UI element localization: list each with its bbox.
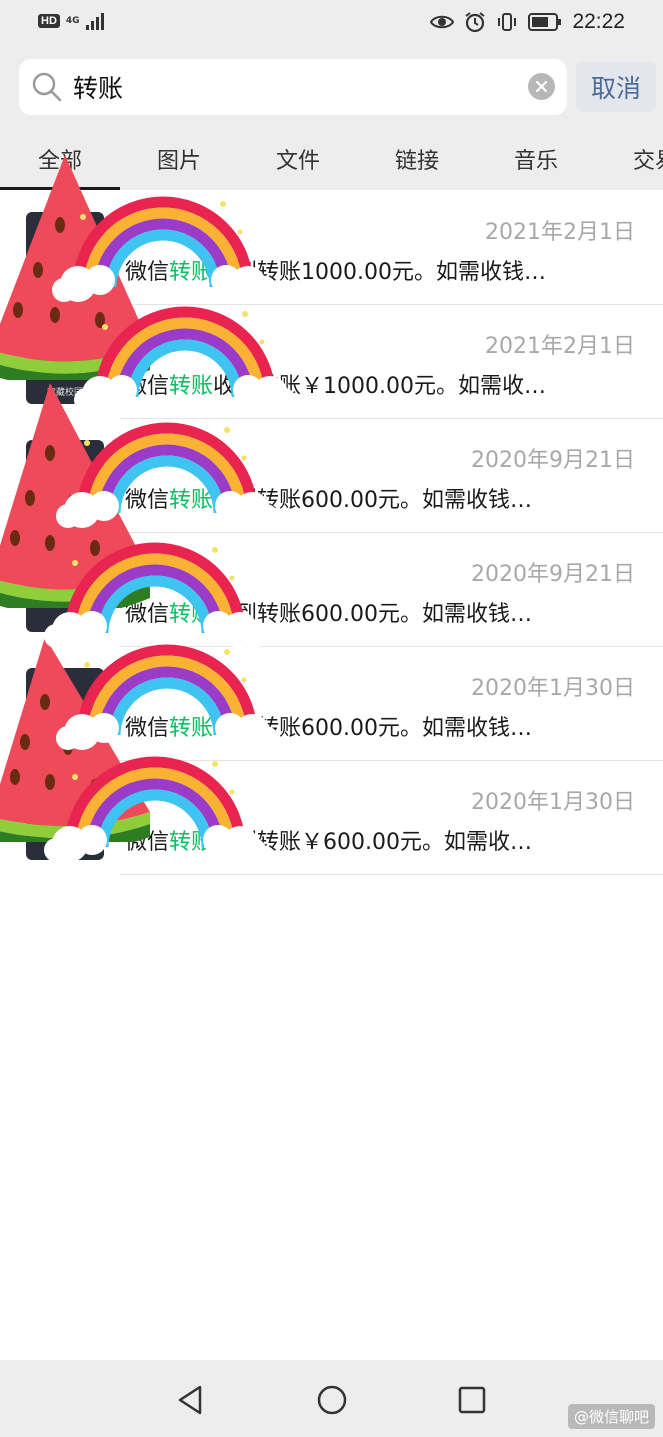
recents-icon[interactable] (452, 1380, 492, 1420)
keyword-highlight: 转账 (169, 716, 214, 741)
status-left: HD 4G (38, 12, 104, 30)
keyword-highlight: 转账 (169, 488, 214, 513)
list-item[interactable]: 2021年2月1日 微信转账收到转账1000.00元。如需收钱… (0, 190, 663, 304)
status-right: 22:22 (430, 10, 625, 34)
search-input[interactable] (73, 69, 513, 105)
list-item[interactable]: 2020年9月21日 微信转账收到转账600.00元。如需收钱… (0, 532, 663, 646)
keyword-highlight: 转账 (169, 374, 214, 399)
result-date: 2020年1月30日 (471, 790, 635, 815)
system-nav-bar: @微信聊吧 (0, 1360, 663, 1437)
result-date: 2021年2月1日 (485, 220, 635, 245)
status-time: 22:22 (572, 10, 625, 33)
avatar (26, 782, 104, 860)
list-item[interactable]: 2020年1月30日 微信转账收到转账600.00元。如需收钱… (0, 646, 663, 760)
result-snippet: 微信转账收到转账600.00元。如需收钱… (125, 602, 533, 627)
avatar: 宝藏校园 (26, 326, 104, 404)
battery-icon (528, 13, 562, 31)
avatar (26, 212, 104, 290)
back-icon[interactable] (170, 1380, 210, 1420)
result-date: 2020年9月21日 (471, 562, 635, 587)
list-item[interactable]: 宝藏校园 2021年2月1日 微信转账收到转账￥1000.00元。如需收… (0, 304, 663, 418)
result-snippet: 微信转账收到转账1000.00元。如需收钱… (125, 260, 547, 285)
keyword-highlight: 转账 (169, 260, 214, 285)
vibrate-icon (498, 13, 517, 31)
result-date: 2021年2月1日 (485, 334, 635, 359)
keyword-highlight: 转账 (169, 830, 214, 855)
cancel-button[interactable]: 取消 (576, 62, 656, 112)
list-item[interactable]: 2020年1月30日 微信转账收到转账￥600.00元。如需收… (0, 760, 663, 875)
results-list: 2021年2月1日 微信转账收到转账1000.00元。如需收钱… 宝藏校园 20… (0, 190, 663, 875)
hd-badge: HD (38, 14, 60, 28)
search-area: 取消 (0, 48, 663, 128)
filter-tabs: 全部 图片 文件 链接 音乐 交易 (0, 128, 663, 190)
result-snippet: 微信转账收到转账￥600.00元。如需收… (125, 830, 533, 855)
clear-search-icon[interactable] (528, 73, 555, 100)
tab-links[interactable]: 链接 (357, 128, 477, 190)
eye-icon (430, 15, 455, 29)
signal-icon (85, 12, 104, 30)
avatar (26, 440, 104, 518)
search-box[interactable] (19, 59, 567, 115)
result-snippet: 微信转账收到转账￥1000.00元。如需收… (125, 374, 547, 399)
tab-transactions[interactable]: 交易 (595, 128, 663, 190)
watermark: @微信聊吧 (567, 1404, 655, 1429)
result-date: 2020年1月30日 (471, 676, 635, 701)
tab-music[interactable]: 音乐 (476, 128, 596, 190)
avatar-caption: 宝藏校园 (46, 388, 83, 398)
avatar (26, 668, 104, 746)
avatar (26, 554, 104, 632)
network-type: 4G (65, 15, 80, 26)
alarm-icon (465, 12, 486, 33)
tab-files[interactable]: 文件 (238, 128, 358, 190)
result-snippet: 微信转账收到转账600.00元。如需收钱… (125, 716, 533, 741)
result-snippet: 微信转账收到转账600.00元。如需收钱… (125, 488, 533, 513)
tab-images[interactable]: 图片 (119, 128, 239, 190)
result-date: 2020年9月21日 (471, 448, 635, 473)
list-item[interactable]: 2020年9月21日 微信转账收到转账600.00元。如需收钱… (0, 418, 663, 532)
status-bar: HD 4G 22:22 (0, 0, 663, 48)
tab-all[interactable]: 全部 (0, 128, 120, 190)
home-icon[interactable] (312, 1380, 352, 1420)
search-icon (32, 72, 62, 102)
keyword-highlight: 转账 (169, 602, 214, 627)
